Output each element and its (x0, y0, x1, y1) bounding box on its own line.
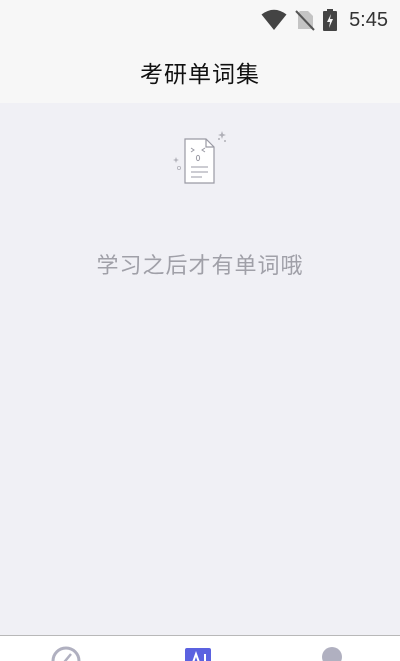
app-header: 考研单词集 (0, 40, 400, 103)
profile-icon[interactable] (318, 646, 348, 661)
empty-document-icon (173, 131, 226, 184)
empty-state-message: 学习之后才有单词哦 (96, 254, 304, 279)
battery-charging-icon (323, 9, 338, 31)
page-title: 考研单词集 (140, 61, 260, 88)
app-screen: 5:45 考研单词集 学习之后才有单词哦 (0, 0, 400, 661)
no-sim-icon (295, 10, 315, 31)
home-icon[interactable] (51, 646, 81, 661)
main-content: 学习之后才有单词哦 (0, 103, 400, 635)
ai-icon[interactable] (184, 646, 214, 661)
status-time: 5:45 (349, 8, 388, 31)
status-icons: 5:45 (261, 6, 388, 34)
bottom-nav (0, 635, 400, 661)
wifi-icon (261, 9, 287, 30)
status-bar: 5:45 (0, 0, 400, 40)
